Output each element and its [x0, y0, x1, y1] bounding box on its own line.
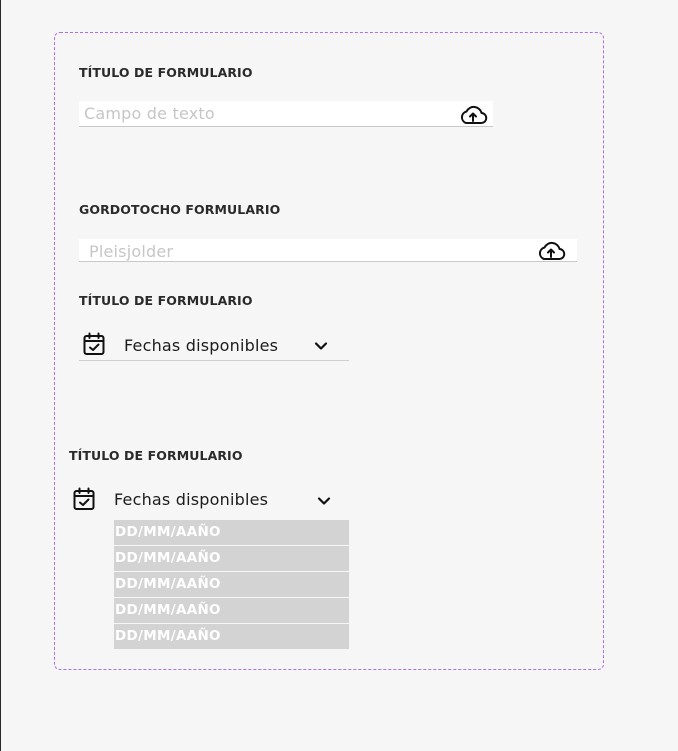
text-input-placeholder: Pleisjolder	[89, 242, 174, 261]
text-input-placeholder: Campo de texto	[84, 104, 215, 123]
form-title-label: GORDOTOCHO FORMULARIO	[79, 202, 281, 217]
form-title-label: TÍTULO DE FORMULARIO	[69, 448, 243, 463]
date-option[interactable]: DD/MM/AAÑO	[114, 520, 349, 545]
calendar-check-icon	[73, 487, 95, 510]
date-option[interactable]: DD/MM/AAÑO	[114, 572, 349, 597]
date-select-value: Fechas disponibles	[114, 490, 269, 509]
cloud-upload-icon[interactable]	[536, 240, 566, 262]
cloud-upload-icon[interactable]	[458, 104, 488, 126]
text-input-field[interactable]: Pleisjolder	[79, 239, 577, 262]
form-title-label: TÍTULO DE FORMULARIO	[79, 65, 253, 80]
date-select-dropdown[interactable]: Fechas disponibles	[79, 330, 349, 361]
date-options-list: DD/MM/AAÑO DD/MM/AAÑO DD/MM/AAÑO DD/MM/A…	[114, 520, 349, 650]
select-underline	[79, 360, 349, 361]
form-title-label: TÍTULO DE FORMULARIO	[79, 293, 253, 308]
date-option[interactable]: DD/MM/AAÑO	[114, 546, 349, 571]
date-option[interactable]: DD/MM/AAÑO	[114, 624, 349, 649]
calendar-check-icon	[83, 332, 105, 355]
text-input-field[interactable]: Campo de texto	[79, 101, 493, 127]
date-option[interactable]: DD/MM/AAÑO	[114, 598, 349, 623]
window-left-edge	[0, 0, 1, 751]
date-select-value: Fechas disponibles	[124, 336, 279, 355]
chevron-down-icon[interactable]	[316, 493, 332, 509]
chevron-down-icon[interactable]	[313, 338, 329, 354]
date-select-dropdown-open[interactable]: Fechas disponibles	[69, 485, 349, 517]
